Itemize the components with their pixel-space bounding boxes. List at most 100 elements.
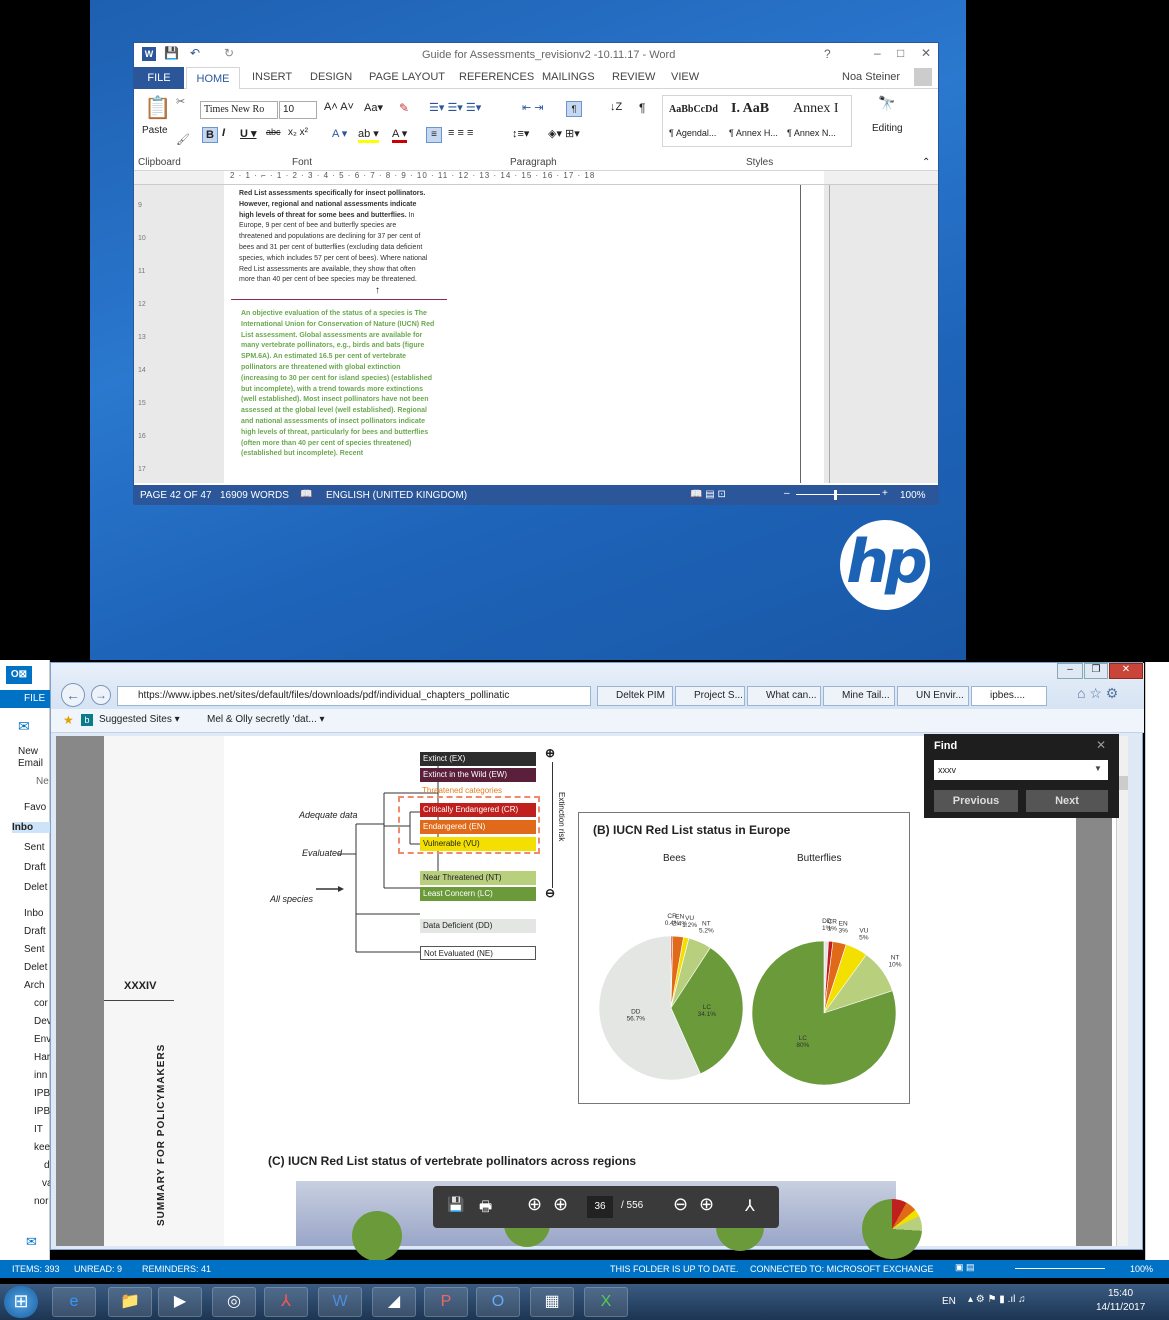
- tab-references[interactable]: REFERENCES: [459, 71, 534, 83]
- save-icon[interactable]: 💾: [164, 46, 179, 60]
- clock-date[interactable]: 14/11/2017: [1096, 1302, 1145, 1313]
- folder-item[interactable]: Arch: [24, 980, 45, 991]
- keyboard-language[interactable]: EN: [942, 1296, 956, 1307]
- line-spacing-icon[interactable]: ↕≡▾: [512, 127, 529, 140]
- folder-item[interactable]: Draft: [24, 862, 46, 873]
- folder-item[interactable]: inn: [34, 1070, 47, 1081]
- zoom-slider[interactable]: [796, 494, 880, 495]
- folder-item[interactable]: IT: [34, 1124, 43, 1135]
- styles-gallery[interactable]: AaBbCcDd I. AaB Annex I ¶ Agendal... ¶ A…: [662, 95, 852, 147]
- taskbar-excel-icon[interactable]: X: [584, 1287, 628, 1317]
- taskbar-calculator-icon[interactable]: ▦: [530, 1287, 574, 1317]
- tab-home[interactable]: HOME: [186, 67, 240, 89]
- zoom-in-icon[interactable]: +: [882, 488, 888, 499]
- font-color-icon[interactable]: A ▾: [392, 127, 408, 143]
- font-size-select[interactable]: 10: [279, 101, 317, 119]
- favorites-star-icon[interactable]: ★: [63, 713, 74, 727]
- zoom-slider-thumb[interactable]: [834, 490, 837, 500]
- tab-un-envir[interactable]: UN Envir...: [897, 686, 969, 706]
- strikethrough-button[interactable]: abc: [266, 127, 281, 137]
- minimize-icon[interactable]: –: [874, 46, 881, 60]
- folder-item[interactable]: Delet: [24, 882, 47, 893]
- subscript-button[interactable]: x₂ x²: [288, 127, 308, 138]
- tab-mailings[interactable]: MAILINGS: [542, 71, 595, 83]
- read-mode-icon[interactable]: 📖 ▤ ⊡: [690, 489, 726, 500]
- taskbar-app-icon[interactable]: ◢: [372, 1287, 416, 1317]
- maximize-icon[interactable]: □: [897, 46, 904, 60]
- taskbar-explorer-icon[interactable]: 📁: [108, 1287, 152, 1317]
- ltr-icon[interactable]: ¶: [566, 101, 582, 117]
- document-page[interactable]: Red List assessments specifically for in…: [224, 185, 830, 483]
- new-email-button[interactable]: New Email: [18, 746, 48, 770]
- save-pdf-icon[interactable]: 💾: [447, 1196, 464, 1213]
- next-page-icon[interactable]: ⊕: [553, 1194, 568, 1215]
- find-next-button[interactable]: Next: [1026, 790, 1108, 812]
- ie-restore-icon[interactable]: ❐: [1084, 663, 1108, 679]
- tab-view[interactable]: VIEW: [671, 71, 699, 83]
- cut-icon[interactable]: ✂: [176, 95, 185, 108]
- taskbar-chrome-icon[interactable]: ◎: [212, 1287, 256, 1317]
- start-button[interactable]: ⊞: [4, 1286, 38, 1318]
- user-name[interactable]: Noa Steiner: [842, 71, 900, 83]
- redo-icon[interactable]: ↻: [224, 46, 234, 60]
- show-marks-icon[interactable]: ¶: [639, 101, 645, 115]
- folder-item[interactable]: d: [44, 1160, 50, 1171]
- print-icon[interactable]: 🖶: [479, 1196, 492, 1220]
- zoom-out-icon[interactable]: –: [784, 488, 790, 499]
- page-number-input[interactable]: 36: [587, 1196, 613, 1218]
- change-case-icon[interactable]: Aa▾: [364, 101, 383, 114]
- taskbar-outlook-icon[interactable]: O: [476, 1287, 520, 1317]
- forward-icon[interactable]: →: [91, 685, 111, 705]
- back-icon[interactable]: ←: [61, 683, 85, 707]
- folder-item[interactable]: cor: [34, 998, 48, 1009]
- folder-item[interactable]: IPB: [34, 1088, 50, 1099]
- reminders-count[interactable]: REMINDERS: 41: [142, 1264, 211, 1274]
- word-count[interactable]: 16909 WORDS: [220, 490, 289, 501]
- taskbar-media-icon[interactable]: ▶: [158, 1287, 202, 1317]
- page-count[interactable]: PAGE 42 OF 47: [140, 490, 212, 501]
- find-input[interactable]: xxxv: [934, 760, 1108, 780]
- align-buttons[interactable]: ≡ ≡ ≡: [448, 127, 473, 139]
- folder-item[interactable]: Inbo: [24, 908, 43, 919]
- address-bar[interactable]: https://www.ipbes.net/sites/default/file…: [117, 686, 591, 706]
- clear-format-icon[interactable]: ✎: [399, 101, 409, 115]
- format-painter-icon[interactable]: 🖌: [176, 133, 190, 146]
- folder-item[interactable]: nor: [34, 1196, 48, 1207]
- font-name-select[interactable]: Times New Ro: [200, 101, 278, 119]
- shading-icon[interactable]: ◈▾ ⊞▾: [548, 127, 580, 140]
- folder-item[interactable]: Draft: [24, 926, 46, 937]
- folder-item[interactable]: Inbo: [12, 822, 50, 833]
- folder-item[interactable]: Sent: [24, 944, 45, 955]
- find-dropdown-icon[interactable]: ▼: [1094, 764, 1102, 773]
- zoom-out-pdf-icon[interactable]: ⊖: [673, 1194, 688, 1215]
- tab-page-layout[interactable]: PAGE LAYOUT: [369, 71, 445, 83]
- new-email-icon[interactable]: ✉: [18, 718, 30, 735]
- folder-item[interactable]: Delet: [24, 962, 47, 973]
- taskbar-ie-icon[interactable]: e: [52, 1287, 96, 1317]
- paste-icon[interactable]: 📋: [144, 95, 171, 121]
- zoom-level[interactable]: 100%: [900, 490, 926, 501]
- folder-item[interactable]: kee: [34, 1142, 50, 1153]
- align-left-button[interactable]: ≡: [426, 127, 442, 143]
- folder-item[interactable]: Favo: [24, 802, 46, 813]
- mail-nav-icon[interactable]: ✉: [26, 1234, 37, 1250]
- find-previous-button[interactable]: Previous: [934, 790, 1018, 812]
- sort-icon[interactable]: ↓Z: [610, 101, 622, 113]
- help-icon[interactable]: ?: [824, 47, 831, 61]
- home-icon[interactable]: ⌂ ☆ ⚙: [1077, 685, 1118, 702]
- grow-font-icon[interactable]: A˄ A˅: [324, 101, 354, 113]
- tab-design[interactable]: DESIGN: [310, 71, 352, 83]
- find-close-icon[interactable]: ✕: [1096, 738, 1106, 752]
- tab-project[interactable]: Project S...: [675, 686, 745, 706]
- language[interactable]: ENGLISH (UNITED KINGDOM): [326, 490, 467, 501]
- tab-insert[interactable]: INSERT: [252, 71, 292, 83]
- proofing-icon[interactable]: 📖: [300, 489, 312, 500]
- paste-button[interactable]: Paste: [142, 125, 168, 136]
- ie-close-icon[interactable]: ✕: [1109, 663, 1143, 679]
- previous-page-icon[interactable]: ⊕: [527, 1194, 542, 1215]
- editing-button[interactable]: Editing: [872, 123, 903, 134]
- undo-icon[interactable]: ↶: [190, 46, 200, 60]
- scrollbar-thumb[interactable]: [1118, 776, 1128, 790]
- tab-ipbes[interactable]: ipbes....: [971, 686, 1047, 706]
- suggested-sites-link[interactable]: Suggested Sites ▾: [99, 714, 180, 725]
